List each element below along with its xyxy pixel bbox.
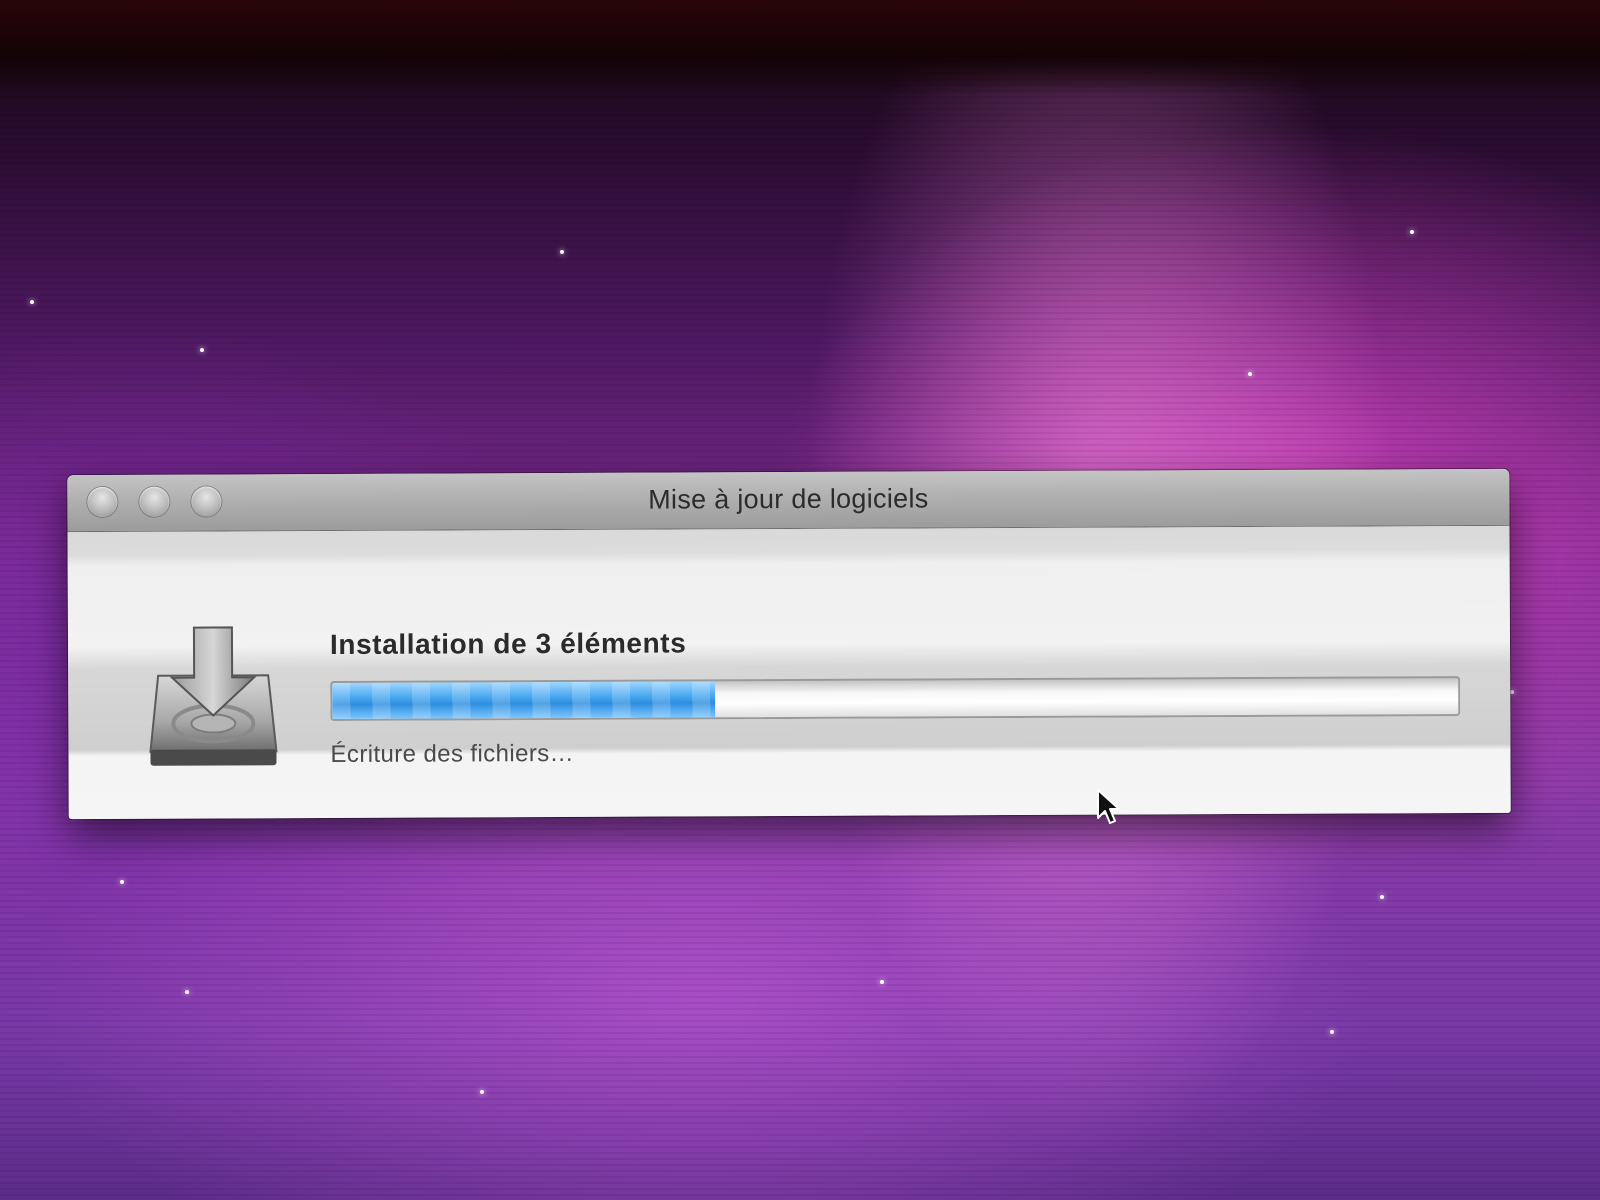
star [120, 880, 124, 884]
installer-drive-download-icon [149, 626, 278, 766]
window-content: Installation de 3 éléments Écriture des … [67, 525, 1511, 820]
install-progress-fill [332, 681, 716, 719]
software-update-window[interactable]: Mise à jour de logiciels Installation de… [67, 468, 1511, 820]
star [1380, 895, 1384, 899]
star [1410, 230, 1414, 234]
window-titlebar[interactable]: Mise à jour de logiciels [67, 468, 1510, 533]
star [1248, 372, 1252, 376]
star [185, 990, 189, 994]
star [880, 980, 884, 984]
install-status-heading: Installation de 3 éléments [329, 627, 687, 661]
star [1510, 690, 1514, 694]
install-status-detail: Écriture des fichiers… [330, 739, 575, 769]
star [1330, 1030, 1334, 1034]
star [560, 250, 564, 254]
install-progress-bar [330, 676, 1461, 722]
star [200, 348, 204, 352]
window-title: Mise à jour de logiciels [648, 483, 929, 515]
star [480, 1090, 484, 1094]
star [30, 300, 34, 304]
arrow-pointer-icon [1097, 789, 1120, 824]
